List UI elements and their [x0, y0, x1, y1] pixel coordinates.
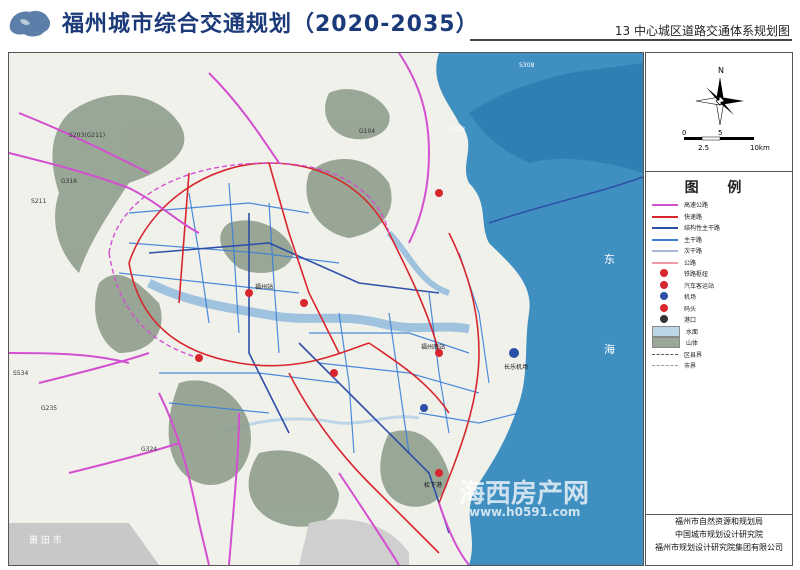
- highway-label: S203(G211): [69, 132, 105, 139]
- scale-label: 0: [682, 129, 686, 137]
- legend-symbol-icon: [652, 258, 678, 267]
- railway-hub-icon: [245, 289, 253, 297]
- legend-item: 港口: [652, 314, 790, 325]
- highway-label: G228: [449, 126, 465, 133]
- scale-label: 10km: [750, 144, 770, 152]
- map-frame[interactable]: 东 海 G316 S203(G211) S211 G104 G228 S308 …: [8, 52, 644, 566]
- legend-label: 高速公路: [684, 202, 709, 209]
- airport-icon: [509, 348, 519, 358]
- scale-label: 2.5: [698, 144, 709, 152]
- legend-symbol-icon: [652, 292, 678, 301]
- legend-label: 山体: [686, 340, 699, 347]
- legend-label: 水面: [686, 328, 699, 336]
- legend-symbol-icon: [652, 337, 680, 348]
- legend-item: 汽车客运站: [652, 280, 790, 291]
- scale-label: 5: [718, 129, 722, 137]
- legend-symbol-icon: [652, 361, 678, 370]
- north-label: N: [718, 66, 724, 75]
- highway-label: G235: [41, 405, 57, 412]
- legend-title: 图 例: [684, 180, 754, 196]
- legend-symbol-icon: [652, 303, 678, 313]
- map-subtitle: 13 中心城区道路交通体系规划图: [614, 24, 790, 38]
- legend-item: 区县界: [652, 349, 790, 360]
- legend-symbol-icon: [652, 223, 678, 232]
- legend-item: 快速路: [652, 211, 790, 222]
- sea-label: 东: [604, 253, 615, 266]
- page-title: 福州城市综合交通规划（2020-2035）: [62, 12, 479, 37]
- place-label: 莆 田 市: [29, 534, 62, 546]
- station-label: 福州南站: [421, 343, 445, 351]
- legend-symbol-icon: [652, 350, 678, 359]
- legend-item: 水面: [652, 325, 790, 337]
- watermark-url: www.h0591.com: [469, 505, 581, 519]
- header-divider: [470, 39, 792, 41]
- port-icon: [435, 469, 443, 477]
- legend-list: 高速公路快速路结构性主干路 主干路次干路公路铁路枢纽汽车客运站机场码头港口水面山体…: [652, 199, 790, 372]
- legend-symbol-icon: [652, 235, 678, 244]
- highway-label: S211: [31, 198, 46, 205]
- legend-item: 铁路枢纽: [652, 268, 790, 279]
- legend-item: 码头: [652, 303, 790, 314]
- port-label: 松下港: [424, 481, 442, 489]
- legend-label: 汽车客运站: [684, 282, 715, 290]
- legend-label: 铁路枢纽: [684, 271, 709, 278]
- fuzhou-map-logo-icon: [9, 10, 51, 37]
- legend-item: 次干路: [652, 245, 790, 256]
- highway-label: S534: [13, 370, 28, 377]
- legend-item: 主干路: [652, 234, 790, 245]
- highway-label: S308: [519, 62, 534, 69]
- north-arrow-icon: N 0 2.5 5 10km: [682, 66, 770, 152]
- highway-label: G324: [141, 446, 157, 453]
- airport-label: 长乐机场: [504, 363, 528, 371]
- legend-panel: N 0 2.5 5 10km 图 例 高速公路快速路结构性主干路 主干路次干路公路…: [645, 52, 793, 566]
- railway-hub-icon: [300, 299, 308, 307]
- credits: 福州市自然资源和规划局 中国城市规划设计研究院 福州市规划设计研究院集团有限公司: [646, 514, 792, 565]
- legend-symbol-icon: [652, 200, 678, 209]
- legend-label: 码头: [684, 305, 697, 313]
- credit-line: 福州市规划设计研究院集团有限公司: [655, 543, 783, 552]
- legend-label: 公路: [684, 259, 697, 267]
- legend-symbol-icon: [652, 246, 678, 255]
- railway-hub-icon: [435, 189, 443, 197]
- legend-label: 市界: [684, 363, 697, 370]
- credit-line: 中国城市规划设计研究院: [675, 530, 763, 539]
- station-label: 福州站: [255, 283, 273, 291]
- legend-symbol-icon: [652, 269, 678, 278]
- legend-label: 快速路: [684, 213, 703, 221]
- legend-item: 市界: [652, 360, 790, 371]
- legend-label: 次干路: [684, 248, 703, 255]
- legend-item: 机场: [652, 291, 790, 302]
- legend-label: 区县界: [684, 351, 703, 359]
- railway-hub-icon: [195, 354, 203, 362]
- compass-scale-box: N 0 2.5 5 10km: [646, 53, 792, 172]
- railway-hub-icon: [330, 369, 338, 377]
- legend-item: 结构性主干路: [652, 222, 790, 233]
- legend-symbol-icon: [652, 212, 678, 221]
- bus-station-icon: [420, 404, 428, 412]
- legend-symbol-icon: [652, 315, 678, 324]
- credit-line: 福州市自然资源和规划局: [675, 517, 763, 526]
- legend-label: 主干路: [684, 236, 703, 244]
- legend-item: 高速公路: [652, 199, 790, 210]
- legend-label: 机场: [684, 294, 697, 301]
- legend-symbol-icon: [652, 325, 680, 337]
- legend-item: 山体: [652, 337, 790, 348]
- legend-label: 港口: [684, 317, 697, 324]
- highway-label: G104: [359, 128, 375, 135]
- legend-symbol-icon: [652, 280, 678, 290]
- header: 福州城市综合交通规划（2020-2035） 13 中心城区道路交通体系规划图: [0, 0, 800, 44]
- highway-label: G316: [61, 178, 77, 185]
- legend-label: 结构性主干路: [684, 225, 721, 232]
- sea-label: 海: [604, 342, 615, 356]
- legend-item: 公路: [652, 257, 790, 268]
